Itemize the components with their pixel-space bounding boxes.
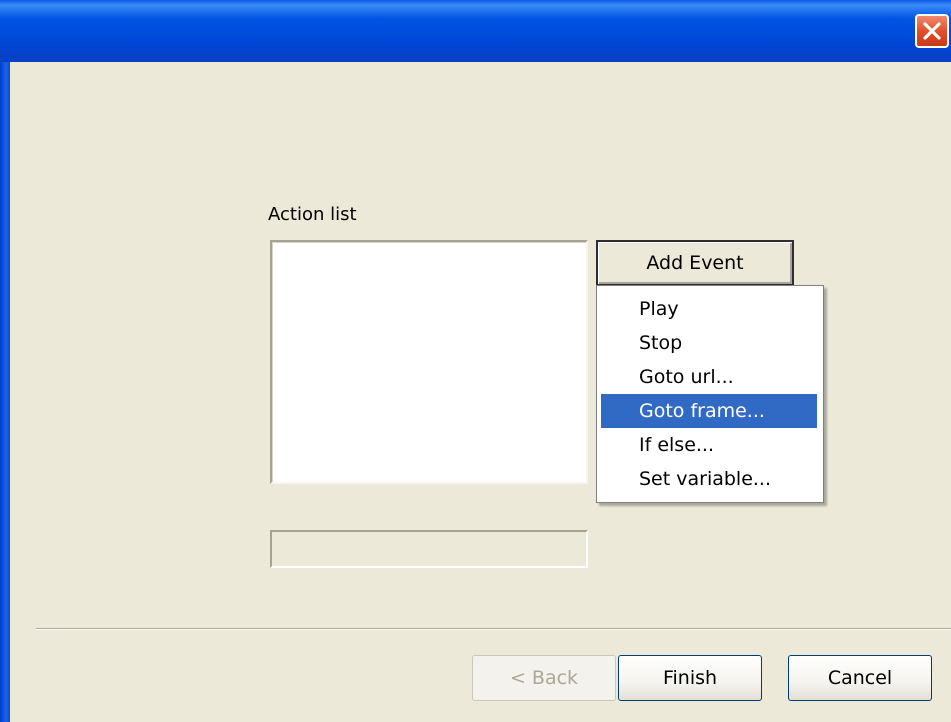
menu-item-set-variable[interactable]: Set variable... — [601, 462, 817, 496]
status-field — [270, 530, 588, 568]
close-icon — [923, 22, 941, 40]
separator-line — [36, 628, 951, 630]
cancel-button[interactable]: Cancel — [788, 655, 932, 701]
menu-item-goto-frame[interactable]: Goto frame... — [601, 394, 817, 428]
back-button[interactable]: < Back — [472, 655, 616, 701]
menu-item-if-else[interactable]: If else... — [601, 428, 817, 462]
finish-button[interactable]: Finish — [618, 655, 762, 701]
close-button[interactable] — [915, 14, 949, 48]
menu-item-stop[interactable]: Stop — [601, 326, 817, 360]
add-event-menu: Play Stop Goto url... Goto frame... If e… — [596, 285, 824, 503]
action-list-label: Action list — [268, 204, 357, 225]
title-bar — [0, 0, 951, 62]
add-event-button[interactable]: Add Event — [596, 240, 794, 286]
action-list-box[interactable] — [270, 240, 588, 484]
window-frame-left — [0, 62, 10, 722]
menu-item-goto-url[interactable]: Goto url... — [601, 360, 817, 394]
menu-item-play[interactable]: Play — [601, 292, 817, 326]
